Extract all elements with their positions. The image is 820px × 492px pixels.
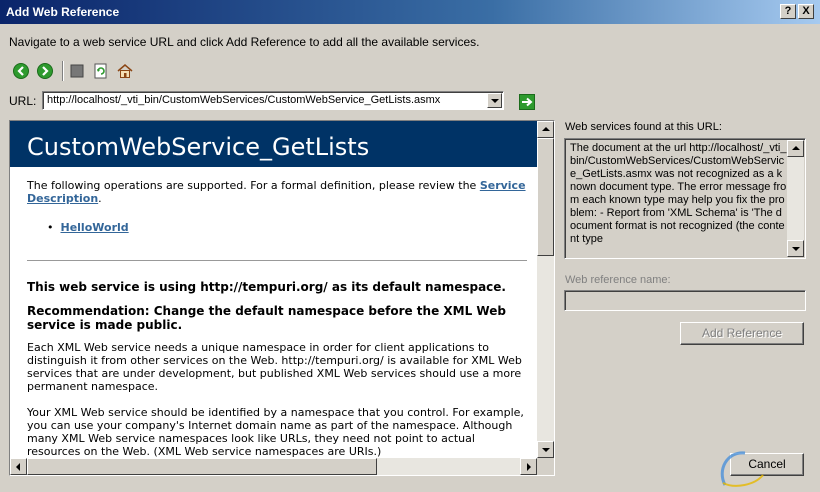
scroll-down-button[interactable] [537,441,554,458]
scrollbar-corner [537,458,554,475]
vertical-scroll-thumb[interactable] [537,138,554,256]
vertical-scrollbar[interactable] [537,121,554,458]
url-input[interactable]: http://localhost/_vti_bin/CustomWebServi… [47,94,440,106]
back-icon [13,63,29,79]
url-label: URL: [9,94,37,108]
arrow-up-icon [792,146,800,150]
instructions-text: Navigate to a web service URL and click … [9,35,480,49]
recommendation-text: Recommendation: Change the default names… [27,304,506,332]
arrow-down-icon [542,448,550,452]
found-scroll-up-button[interactable] [787,140,804,157]
web-browser-pane[interactable]: CustomWebService_GetLists The following … [9,120,555,476]
refresh-button[interactable] [90,60,112,82]
go-arrow-icon [519,94,535,110]
web-page-content: CustomWebService_GetLists The following … [10,121,537,458]
services-found-text: The document at the url http://localhost… [570,142,787,245]
operations-intro: The following operations are supported. … [27,179,527,205]
horizontal-scroll-thumb[interactable] [27,458,377,475]
chevron-down-icon [491,99,499,103]
namespace-paragraph-2: Your XML Web service should be identifie… [27,406,524,458]
watermark-logo-icon [720,451,764,487]
helloworld-link[interactable]: HelloWorld [61,221,129,234]
services-found-scrollbar[interactable] [787,140,804,257]
home-icon [117,64,133,78]
arrow-left-icon [16,463,20,471]
arrow-down-icon [792,247,800,251]
home-button[interactable] [114,60,136,82]
url-combobox[interactable]: http://localhost/_vti_bin/CustomWebServi… [42,91,504,110]
stop-button[interactable] [66,60,88,82]
horizontal-scrollbar[interactable] [10,458,537,475]
operations-intro-text: The following operations are supported. … [27,179,477,192]
arrow-right-icon [527,463,531,471]
namespace-notice: This web service is using http://tempuri… [27,280,506,294]
operations-intro-end: . [98,192,102,205]
bullet: • [47,221,54,234]
go-button[interactable] [519,94,535,110]
services-found-box[interactable]: The document at the url http://localhost… [564,138,806,259]
arrow-up-icon [542,127,550,131]
forward-icon [37,63,53,79]
add-reference-button[interactable]: Add Reference [680,322,804,345]
web-reference-name-input[interactable] [564,290,806,311]
scroll-right-button[interactable] [520,458,537,475]
scroll-up-button[interactable] [537,121,554,138]
close-button[interactable]: X [798,4,814,19]
services-found-label: Web services found at this URL: [565,121,722,133]
back-button[interactable] [10,60,32,82]
stop-icon [70,64,84,78]
operation-list-item: • HelloWorld [47,221,537,234]
refresh-icon [94,63,107,79]
namespace-paragraph-1: Each XML Web service needs a unique name… [27,341,522,393]
found-scroll-down-button[interactable] [787,240,804,257]
window-title: Add Web Reference [6,5,120,19]
help-button[interactable]: ? [780,4,796,19]
toolbar-separator [62,61,64,81]
url-dropdown-button[interactable] [487,93,502,108]
title-bar: Add Web Reference ? X [0,0,820,24]
forward-button[interactable] [34,60,56,82]
scroll-left-button[interactable] [10,458,27,475]
web-reference-name-label: Web reference name: [565,274,671,286]
service-heading: CustomWebService_GetLists [10,121,537,167]
divider [27,260,527,261]
